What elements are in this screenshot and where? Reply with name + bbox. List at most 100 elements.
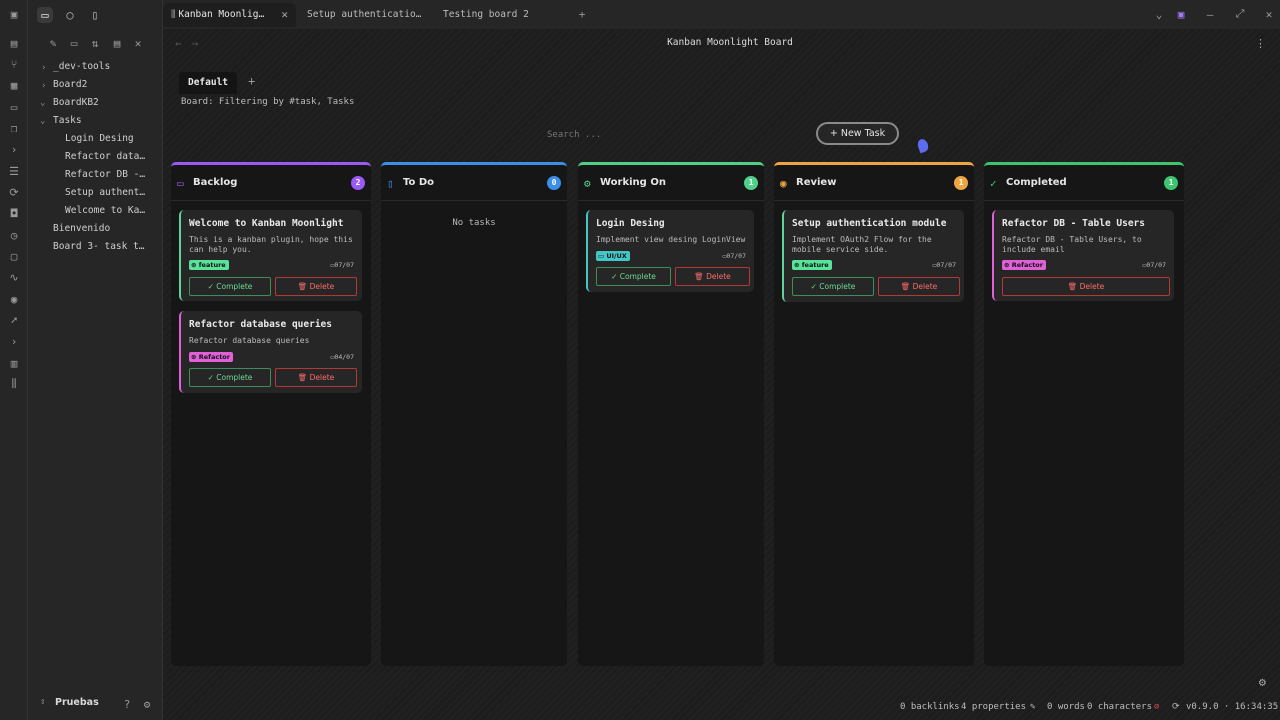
tag-badge[interactable]: ▭ UI/UX — [596, 251, 630, 261]
rocket-icon[interactable]: ➚ — [7, 313, 21, 327]
tree-file-login-desing[interactable]: Login Desing — [65, 130, 150, 148]
delete-button[interactable]: 🗑 Delete — [675, 267, 750, 286]
activity-icon[interactable]: ∿ — [7, 270, 21, 284]
tab-label: Kanban Moonlight Board — [178, 9, 267, 20]
history-icon[interactable]: ◷ — [7, 228, 21, 242]
complete-label: Complete — [216, 373, 253, 382]
task-card[interactable]: Refactor DB - Table Users Refactor DB - … — [992, 210, 1174, 301]
tree-file-setup-auth[interactable]: Setup authentication module — [65, 184, 150, 202]
tag-badge[interactable]: ⊛ feature — [792, 260, 832, 270]
palette-icon[interactable]: ◉ — [7, 292, 21, 306]
column-title: Backlog — [193, 177, 238, 188]
date-label: 07/07 — [936, 261, 956, 269]
chevron-right-icon[interactable]: › — [41, 63, 46, 73]
divider — [171, 200, 371, 201]
sync-off-icon[interactable]: ⊘ — [1154, 702, 1159, 712]
task-card[interactable]: Welcome to Kanban Moonlight This is a ka… — [179, 210, 362, 301]
collapse-icon[interactable]: ▤ — [110, 36, 124, 50]
maximize-icon[interactable]: ⤢ — [1233, 7, 1247, 21]
new-note-icon[interactable]: ▤ — [7, 36, 21, 50]
copy-icon[interactable]: ❐ — [7, 121, 21, 135]
add-board-icon[interactable]: + — [248, 74, 255, 88]
complete-button[interactable]: ✓ Complete — [792, 277, 874, 296]
folder-icon[interactable]: ▭ — [37, 7, 53, 23]
task-card[interactable]: Setup authentication module Implement OA… — [782, 210, 964, 302]
column-count-badge: 1 — [744, 176, 758, 190]
delete-button[interactable]: 🗑 Delete — [275, 277, 357, 296]
tree-file-welcome[interactable]: Welcome to Kanban Moonlight — [65, 202, 150, 220]
edit-mode-icon[interactable]: ✎ — [1030, 702, 1035, 712]
tab-setup-auth[interactable]: Setup authentication module — [299, 3, 429, 27]
bookmark-icon[interactable]: ▯ — [87, 7, 103, 23]
search-input[interactable] — [547, 127, 807, 143]
database-icon[interactable]: ▥ — [7, 356, 21, 370]
settings-icon[interactable]: ⚙ — [140, 697, 154, 711]
tree-folder-dev-tools[interactable]: _dev-tools — [53, 58, 158, 76]
more-options-icon[interactable]: ⋮ — [1255, 37, 1266, 50]
tag-badge[interactable]: ⊛ Refactor — [189, 352, 233, 362]
canvas-icon[interactable]: ▦ — [7, 78, 21, 92]
chevron-right-icon[interactable]: › — [41, 81, 46, 91]
new-tab-icon[interactable]: + — [575, 7, 589, 21]
tree-file-refactor-db[interactable]: Refactor DB - Table Users — [65, 166, 150, 184]
console-icon[interactable]: › — [7, 334, 21, 348]
new-folder-icon[interactable]: ▭ — [67, 36, 81, 50]
terminal-icon[interactable]: › — [7, 142, 21, 156]
tree-folder-boardkb2[interactable]: BoardKB2 — [53, 94, 158, 112]
card-description: Refactor DB - Table Users, to include em… — [1002, 235, 1142, 254]
complete-button[interactable]: ✓ Complete — [189, 368, 271, 387]
backlinks-count[interactable]: 0 backlinks — [900, 702, 960, 712]
close-tab-icon[interactable]: ✕ — [281, 3, 288, 27]
tree-file-bienvenido[interactable]: Bienvenido — [53, 220, 150, 238]
delete-button[interactable]: 🗑 Delete — [275, 368, 357, 387]
trash-icon: 🗑 — [694, 272, 707, 281]
chevron-down-icon[interactable]: ⌄ — [40, 98, 45, 108]
tree-folder-tasks[interactable]: Tasks — [53, 112, 158, 130]
new-note-icon[interactable]: ✎ — [46, 36, 60, 50]
search-icon[interactable]: ○ — [62, 7, 78, 23]
vault-name[interactable]: Pruebas — [55, 697, 99, 708]
sort-icon[interactable]: ⇅ — [88, 36, 102, 50]
tab-kanban-board[interactable]: ⫼Kanban Moonlight Board ✕ — [163, 3, 296, 27]
chevron-updown-icon[interactable]: ⇕ — [40, 697, 45, 707]
chat-icon[interactable]: ▢ — [7, 249, 21, 263]
complete-button[interactable]: ✓ Complete — [596, 267, 671, 286]
minimize-icon[interactable]: – — [1203, 7, 1217, 21]
check-icon: ✓ — [611, 272, 620, 281]
board-tab-default[interactable]: Default — [179, 72, 237, 94]
list-icon[interactable]: ☰ — [7, 164, 21, 178]
explorer-toolbar: ✎ ▭ ⇅ ▤ ✕ — [28, 29, 162, 57]
trash-icon: 🗑 — [297, 282, 310, 291]
tree-file-refactor-queries[interactable]: Refactor database queries — [65, 148, 150, 166]
close-window-icon[interactable]: ✕ — [1262, 7, 1276, 21]
graph-view-icon[interactable]: ⑂ — [7, 57, 21, 71]
tag-badge[interactable]: ⊛ feature — [189, 260, 229, 270]
sidebar-toggle-icon[interactable]: ▣ — [7, 7, 21, 21]
delete-button[interactable]: 🗑 Delete — [1002, 277, 1170, 296]
calendar-icon[interactable]: ▭ — [7, 100, 21, 114]
chevron-down-icon[interactable]: ⌄ — [40, 116, 45, 126]
properties-count[interactable]: 4 properties — [961, 702, 1026, 712]
delete-button[interactable]: 🗑 Delete — [878, 277, 960, 296]
column-header: ✓ Completed 1 — [990, 175, 1178, 193]
camera-icon[interactable]: ◘ — [7, 206, 21, 220]
task-card[interactable]: Refactor database queries Refactor datab… — [179, 311, 362, 393]
new-task-button[interactable]: + New Task — [816, 122, 899, 145]
right-sidebar-icon[interactable]: ▣ — [1174, 7, 1188, 21]
tag-label: feature — [198, 261, 226, 269]
sync-icon[interactable]: ⟳ — [7, 185, 21, 199]
help-icon[interactable]: ? — [120, 697, 134, 711]
tag-badge[interactable]: ⊛ Refactor — [1002, 260, 1046, 270]
divider — [381, 200, 567, 201]
tab-testing-board-2[interactable]: Testing board 2 — [435, 3, 565, 27]
refresh-icon[interactable]: ⟳ — [1172, 702, 1180, 712]
board-settings-icon[interactable]: ⚙ — [1259, 675, 1266, 689]
task-card[interactable]: Login Desing Implement view desing Login… — [586, 210, 754, 292]
due-date: ▭07/07 — [723, 252, 747, 260]
tree-file-board3[interactable]: Board 3- task to do — [53, 238, 150, 256]
close-all-icon[interactable]: ✕ — [131, 36, 145, 50]
columns-icon[interactable]: ⫼ — [7, 377, 21, 391]
tree-folder-board2[interactable]: Board2 — [53, 76, 158, 94]
complete-button[interactable]: ✓ Complete — [189, 277, 271, 296]
chevron-down-icon[interactable]: ⌄ — [1152, 7, 1166, 21]
